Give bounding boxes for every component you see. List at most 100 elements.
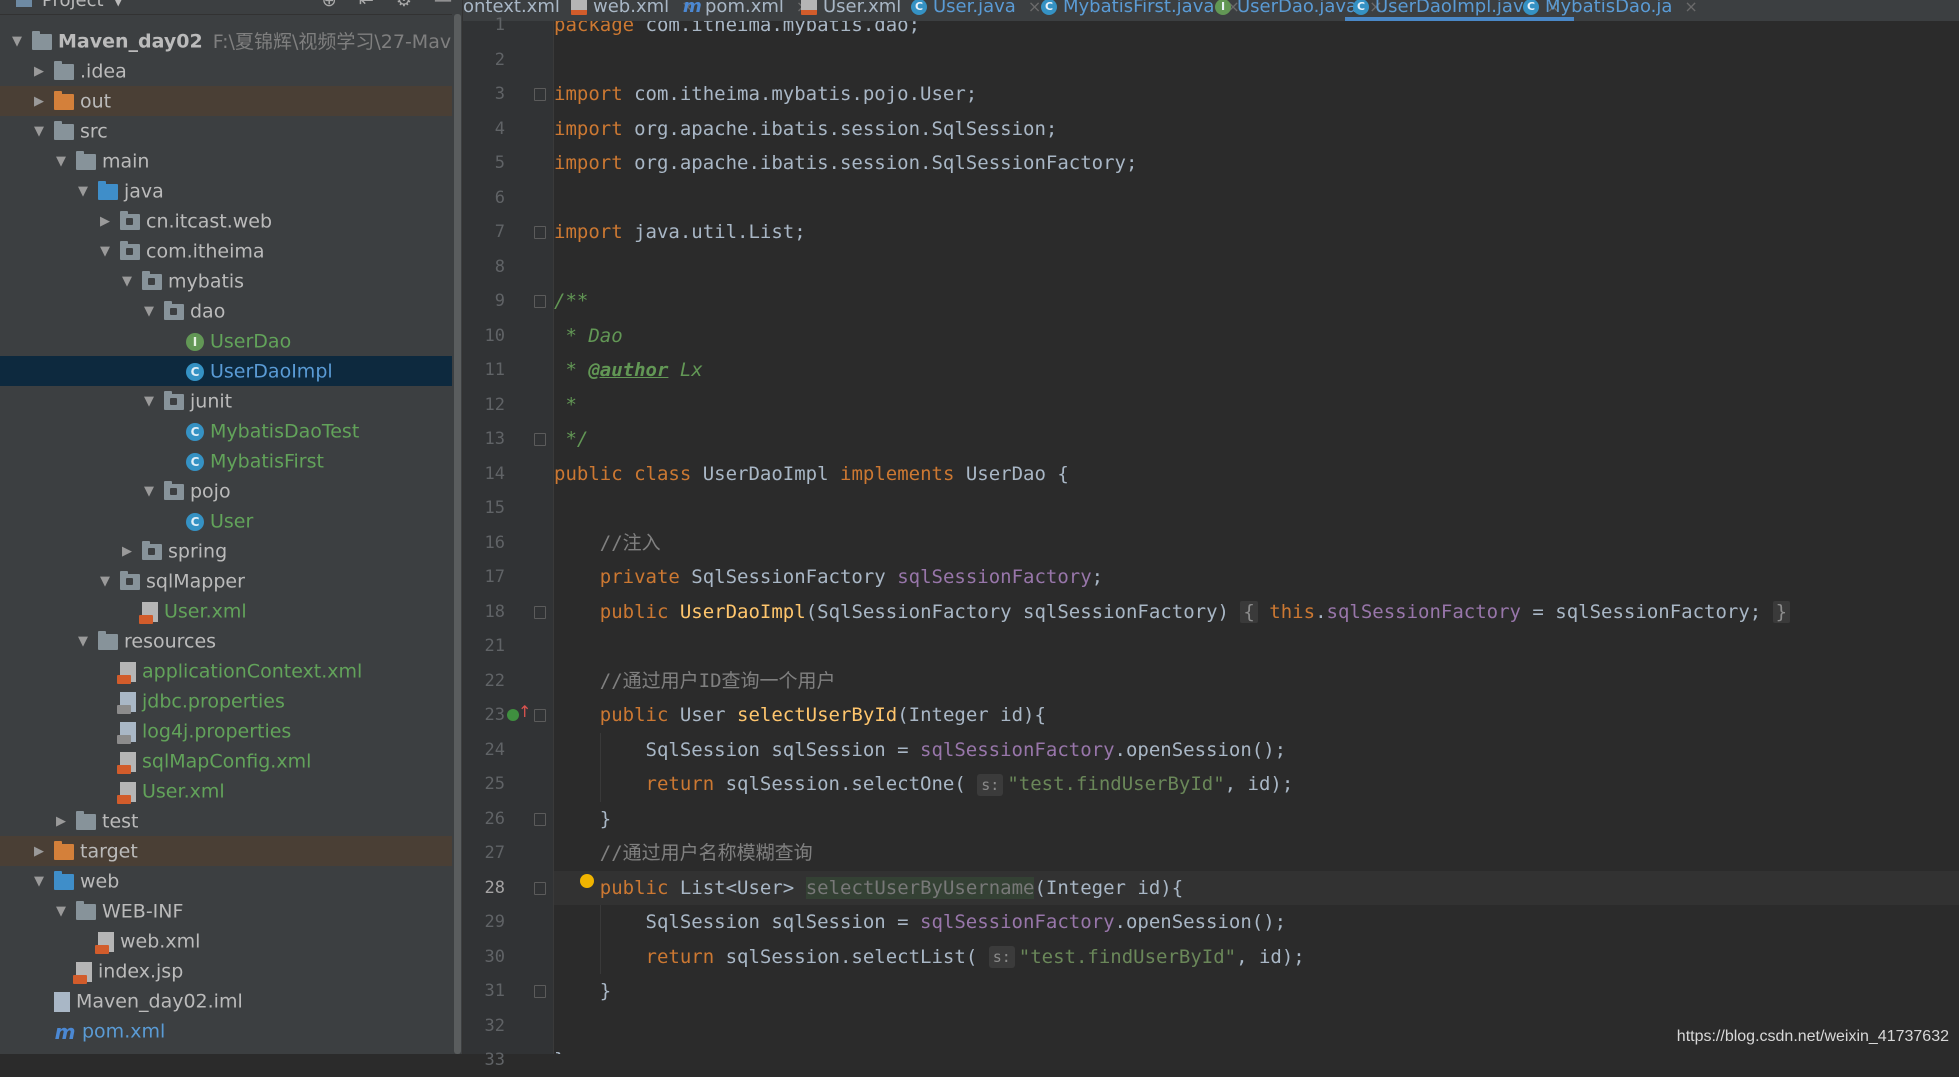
expanded-arrow-icon[interactable]: ▼: [52, 897, 70, 927]
editor-tab[interactable]: web.xml ×: [571, 0, 695, 21]
collapsed-arrow-icon[interactable]: ▶: [96, 207, 114, 237]
tree-item[interactable]: jdbc.properties: [0, 686, 452, 716]
editor-tab[interactable]: C MybatisFirst.java ×: [1041, 0, 1240, 21]
code-line[interactable]: SqlSession sqlSession = sqlSessionFactor…: [554, 905, 1959, 939]
code-line[interactable]: /**: [554, 284, 1959, 318]
code-line[interactable]: [554, 181, 1959, 215]
tree-item[interactable]: ▼ resources: [0, 626, 452, 656]
tree-item[interactable]: C MybatisDaoTest: [0, 416, 452, 446]
code-line[interactable]: //通过用户ID查询一个用户: [554, 664, 1959, 698]
fold-marker-icon[interactable]: [534, 985, 546, 998]
code-line[interactable]: //通过用户名称模糊查询: [554, 836, 1959, 870]
code-line[interactable]: public class UserDaoImpl implements User…: [554, 457, 1959, 491]
code-editor[interactable]: package com.itheima.mybatis.dao; import c…: [554, 21, 1959, 1054]
fold-marker-icon[interactable]: [534, 881, 546, 895]
code-line[interactable]: }: [554, 974, 1959, 1008]
code-line[interactable]: * Dao: [554, 319, 1959, 353]
tree-item[interactable]: ▼ junit: [0, 386, 452, 416]
tree-item[interactable]: Maven_day02.iml: [0, 986, 452, 1016]
editor-tab[interactable]: mpom.xml×: [683, 0, 809, 21]
tree-item[interactable]: C UserDaoImpl: [0, 356, 452, 386]
fold-marker-icon[interactable]: [534, 605, 546, 619]
code-line[interactable]: public List<User> selectUserByUsername(I…: [554, 870, 1959, 905]
code-line[interactable]: import org.apache.ibatis.session.SqlSess…: [554, 112, 1959, 146]
fold-marker-icon[interactable]: [534, 226, 546, 239]
tree-item[interactable]: ▼ main: [0, 146, 452, 176]
collapsed-arrow-icon[interactable]: ▶: [52, 807, 70, 837]
tree-item[interactable]: ▶ .idea: [0, 56, 452, 86]
tree-item[interactable]: ▼ src: [0, 116, 452, 146]
tree-item[interactable]: log4j.properties: [0, 716, 452, 746]
expanded-arrow-icon[interactable]: ▼: [140, 387, 158, 417]
code-line[interactable]: import java.util.List;: [554, 215, 1959, 249]
hide-icon[interactable]: —: [434, 0, 452, 10]
code-line[interactable]: [554, 43, 1959, 77]
tree-item[interactable]: ▼ web: [0, 866, 452, 896]
code-line[interactable]: public UserDaoImpl(SqlSessionFactory sql…: [554, 595, 1959, 629]
fold-marker-icon[interactable]: [534, 295, 546, 308]
fold-marker-icon[interactable]: [534, 709, 546, 722]
expanded-arrow-icon[interactable]: ▼: [30, 117, 48, 147]
tree-item[interactable]: sqlMapConfig.xml: [0, 746, 452, 776]
tree-item[interactable]: User.xml: [0, 776, 452, 806]
expanded-arrow-icon[interactable]: ▼: [30, 867, 48, 897]
tree-item[interactable]: ▼ WEB-INF: [0, 896, 452, 926]
tree-item[interactable]: ▼ dao: [0, 296, 452, 326]
fold-marker-icon[interactable]: [534, 812, 546, 826]
fold-marker-icon[interactable]: [534, 433, 546, 446]
code-line[interactable]: return sqlSession.selectList( s: "test.fi…: [554, 940, 1959, 974]
code-line[interactable]: *: [554, 388, 1959, 422]
editor-tab[interactable]: C MybatisDao.ja ×: [1523, 0, 1698, 21]
tree-item[interactable]: m pom.xml: [0, 1016, 452, 1046]
code-line[interactable]: [554, 491, 1959, 525]
close-icon[interactable]: ×: [1684, 0, 1697, 21]
tree-item[interactable]: ▼ mybatis: [0, 266, 452, 296]
tree-item[interactable]: ▶ out: [0, 86, 452, 116]
tree-item[interactable]: ▼ java: [0, 176, 452, 206]
tree-item[interactable]: C MybatisFirst: [0, 446, 452, 476]
lightbulb-icon[interactable]: [580, 873, 594, 888]
collapse-all-icon[interactable]: ⇤: [359, 0, 374, 10]
code-line[interactable]: SqlSession sqlSession = sqlSessionFactor…: [554, 733, 1959, 767]
tree-item[interactable]: web.xml: [0, 926, 452, 956]
code-line[interactable]: //注入: [554, 526, 1959, 560]
tree-item[interactable]: User.xml: [0, 596, 452, 626]
expanded-arrow-icon[interactable]: ▼: [52, 147, 70, 177]
tree-item[interactable]: ▶ target: [0, 836, 452, 866]
tree-item[interactable]: C User: [0, 506, 452, 536]
editor-tab[interactable]: User.xml×: [801, 0, 927, 21]
code-line[interactable]: [554, 629, 1959, 663]
fold-marker-icon[interactable]: [534, 88, 546, 101]
code-line[interactable]: * @author Lx: [554, 353, 1959, 387]
collapsed-arrow-icon[interactable]: ▶: [30, 837, 48, 867]
chevron-down-icon[interactable]: ▼: [114, 0, 123, 8]
tree-item[interactable]: ▼ com.itheima: [0, 236, 452, 266]
expanded-arrow-icon[interactable]: ▼: [118, 267, 136, 297]
collapsed-arrow-icon[interactable]: ▶: [118, 537, 136, 567]
tree-item[interactable]: index.jsp: [0, 956, 452, 986]
tree-item[interactable]: ▶ cn.itcast.web: [0, 206, 452, 236]
expanded-arrow-icon[interactable]: ▼: [74, 177, 92, 207]
project-title[interactable]: Project: [42, 0, 104, 10]
tree-item[interactable]: ▶ test: [0, 806, 452, 836]
collapsed-arrow-icon[interactable]: ▶: [30, 57, 48, 87]
close-icon[interactable]: ×: [1028, 0, 1041, 21]
expanded-arrow-icon[interactable]: ▼: [74, 627, 92, 657]
tree-item[interactable]: applicationContext.xml: [0, 656, 452, 686]
tree-item[interactable]: ▼ Maven_day02 F:\夏锦辉\视频学习\27-Maven(其: [0, 26, 462, 57]
code-line[interactable]: */: [554, 422, 1959, 456]
expanded-arrow-icon[interactable]: ▼: [140, 297, 158, 327]
code-line[interactable]: return sqlSession.selectOne( s: "test.fin…: [554, 767, 1959, 801]
tree-item[interactable]: ▼ pojo: [0, 476, 452, 506]
expanded-arrow-icon[interactable]: ▼: [8, 27, 26, 57]
expanded-arrow-icon[interactable]: ▼: [140, 477, 158, 507]
collapsed-arrow-icon[interactable]: ▶: [30, 87, 48, 117]
expanded-arrow-icon[interactable]: ▼: [96, 567, 114, 597]
code-line[interactable]: package com.itheima.mybatis.dao;: [554, 21, 1959, 42]
code-line[interactable]: public User selectUserById(Integer id){: [554, 698, 1959, 732]
editor-tab[interactable]: C User.java ×: [911, 0, 1041, 21]
expanded-arrow-icon[interactable]: ▼: [96, 237, 114, 267]
code-line[interactable]: import org.apache.ibatis.session.SqlSess…: [554, 146, 1959, 180]
gear-icon[interactable]: ⚙: [396, 0, 412, 10]
tree-item[interactable]: ▶ spring: [0, 536, 452, 566]
